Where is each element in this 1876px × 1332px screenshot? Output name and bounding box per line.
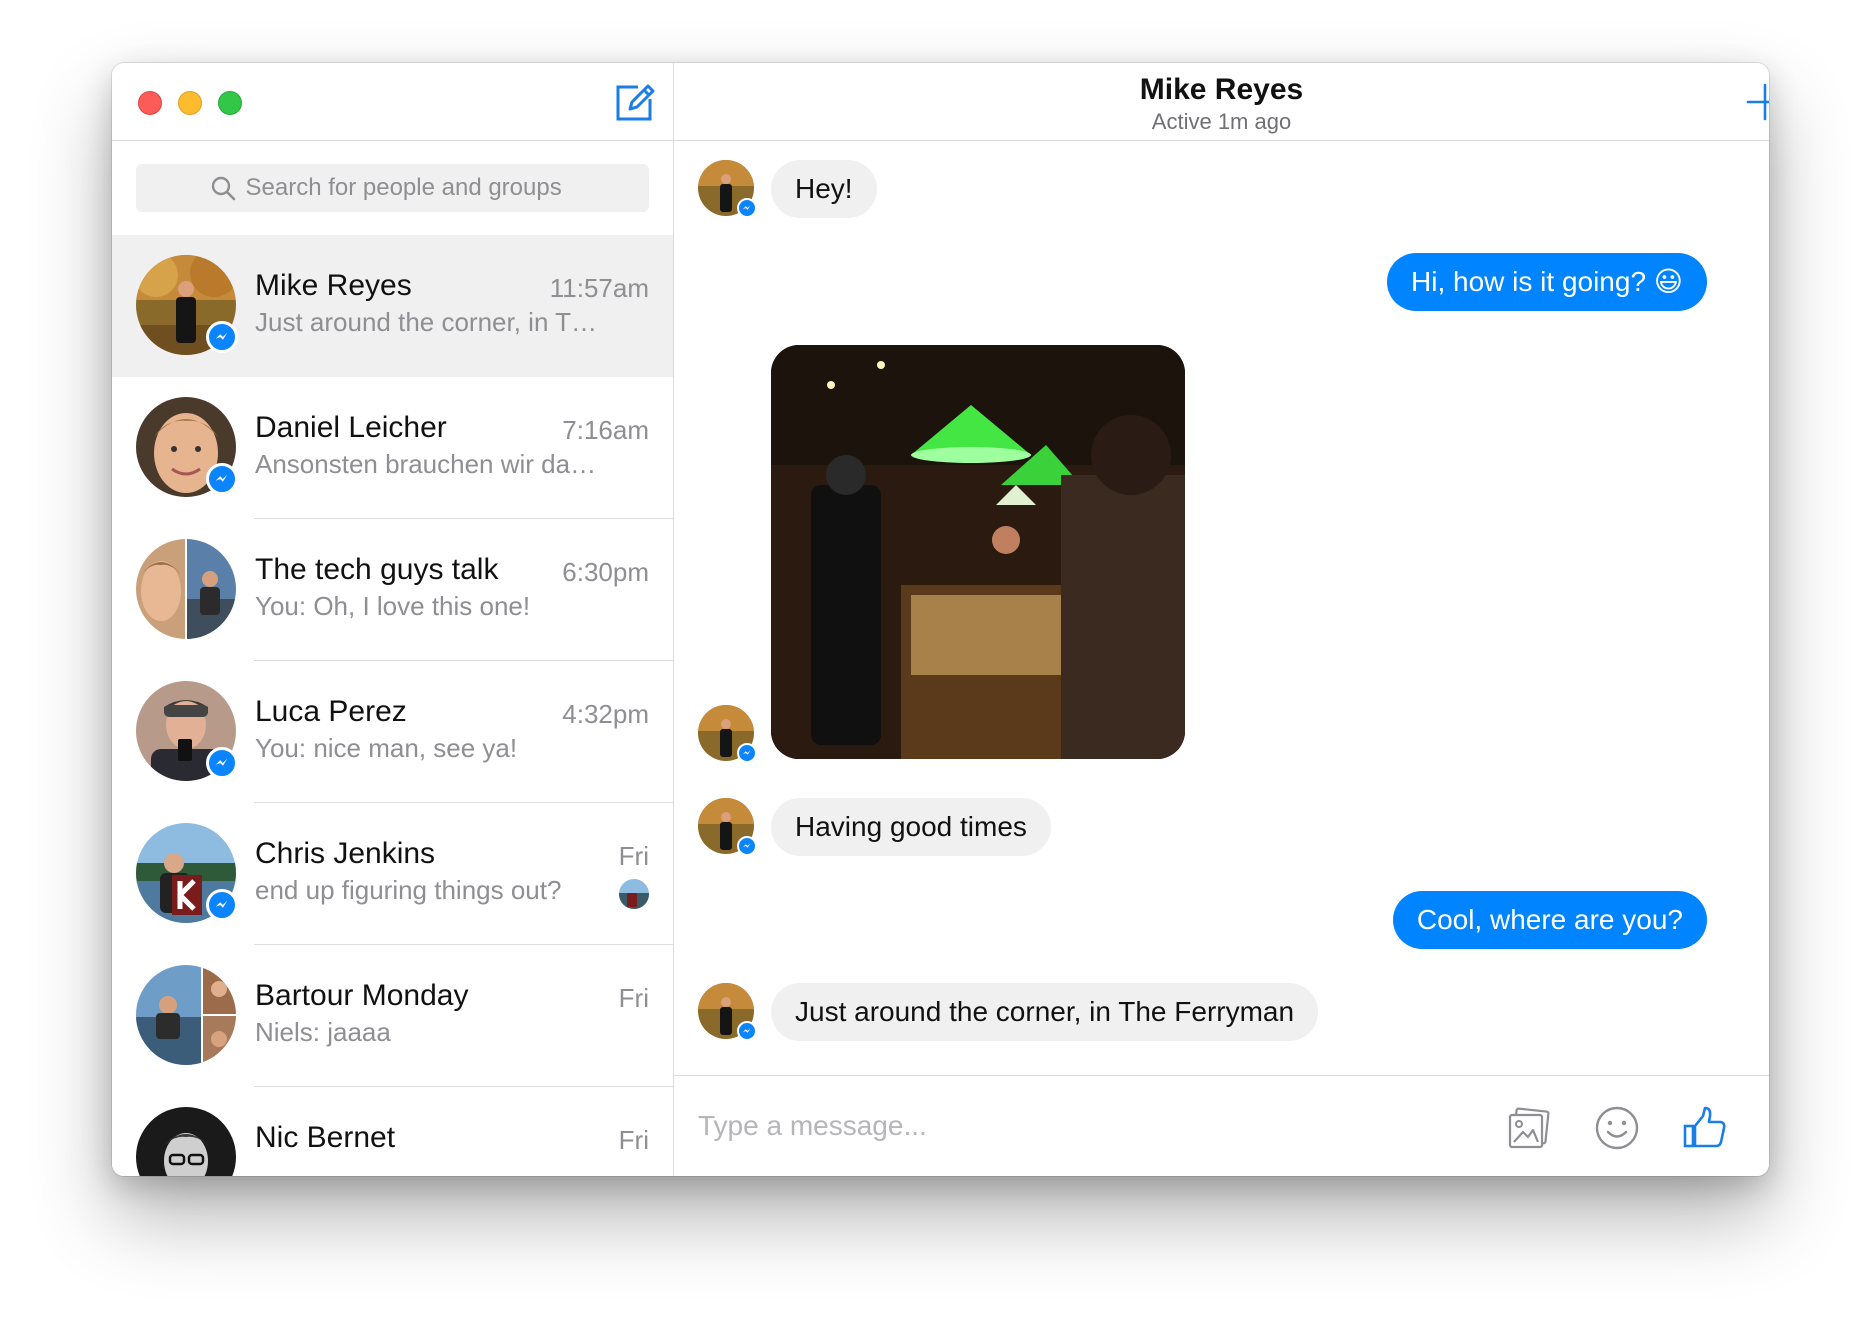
conversation-list: Mike Reyes 11:57am Just around the corne…: [112, 235, 673, 1176]
conversation-name: Daniel Leicher: [255, 411, 447, 444]
avatar: [136, 397, 238, 497]
outgoing-message-bubble: Hi, how is it going? 😃: [1387, 253, 1707, 311]
conversation-item-luca-perez[interactable]: Luca Perez 4:32pm You: nice man, see ya!: [112, 661, 673, 803]
conversation-time: 4:32pm: [562, 699, 649, 729]
avatar: [136, 823, 238, 923]
sender-avatar: [698, 705, 757, 763]
sidebar: Mike Reyes 11:57am Just around the corne…: [112, 63, 674, 1176]
messenger-badge-icon: [737, 198, 757, 218]
like-button[interactable]: [1681, 1104, 1729, 1152]
conversation-preview: Niels: jaaaa: [255, 1017, 391, 1047]
messenger-badge-icon: [737, 743, 757, 763]
messenger-badge-icon: [737, 1021, 757, 1041]
send-photo-button[interactable]: [1505, 1104, 1553, 1152]
conversation-item-bartour-monday[interactable]: Bartour Monday Fri Niels: jaaaa: [112, 945, 673, 1087]
outgoing-message-bubble: Cool, where are you?: [1392, 891, 1707, 949]
chat-status: Active 1m ago: [1151, 109, 1292, 134]
search-icon: [211, 176, 235, 201]
conversation-item-mike-reyes[interactable]: Mike Reyes 11:57am Just around the corne…: [112, 235, 673, 377]
chat-pane: Mike Reyes Active 1m ago Hey! Hi, how is…: [674, 63, 1769, 1176]
avatar: [136, 255, 238, 355]
messenger-window: Mike Reyes 11:57am Just around the corne…: [112, 63, 1769, 1176]
conversation-item-nic-bernet[interactable]: Nic Bernet Fri: [112, 1087, 673, 1176]
conversation-name: Bartour Monday: [255, 979, 469, 1012]
messenger-badge-icon: [737, 836, 757, 856]
conversation-preview: end up figuring things out?: [255, 875, 562, 905]
messenger-badge-icon: [206, 463, 238, 495]
conversation-time: Fri: [618, 983, 649, 1013]
sender-avatar: [698, 160, 757, 218]
seen-avatar: [619, 879, 649, 909]
conversation-time: 7:16am: [562, 415, 649, 445]
compose-button[interactable]: [612, 81, 656, 125]
add-icon: [1746, 83, 1769, 121]
minimize-window-button[interactable]: [178, 91, 202, 115]
search-input[interactable]: [245, 174, 576, 202]
chat-header: Mike Reyes Active 1m ago: [674, 63, 1769, 141]
conversation-item-tech-guys-talk[interactable]: The tech guys talk 6:30pm You: Oh, I lov…: [112, 519, 673, 661]
group-avatar: [136, 965, 236, 1065]
close-window-button[interactable]: [138, 91, 162, 115]
zoom-window-button[interactable]: [218, 91, 242, 115]
add-people-button[interactable]: [1742, 79, 1769, 125]
conversation-time: 6:30pm: [562, 557, 649, 587]
conversation-preview: You: Oh, I love this one!: [255, 591, 531, 621]
messenger-badge-icon: [206, 889, 238, 921]
avatar: [136, 1107, 236, 1176]
conversation-preview: Ansonsten brauchen wir dann …: [255, 449, 605, 479]
sender-avatar: [698, 983, 757, 1041]
search-box[interactable]: [136, 164, 649, 212]
sidebar-header: [112, 63, 673, 141]
composer: [674, 1075, 1769, 1176]
incoming-message-bubble: Having good times: [771, 798, 1051, 856]
conversation-time: Fri: [618, 841, 649, 871]
conversation-time: Fri: [618, 1125, 649, 1155]
chat-title: Mike Reyes: [1139, 73, 1304, 106]
emoji-icon: [1595, 1106, 1639, 1150]
conversation-name: The tech guys talk: [255, 553, 499, 586]
like-icon: [1683, 1106, 1726, 1148]
shared-photo[interactable]: [771, 345, 1185, 759]
emoji-button[interactable]: [1593, 1104, 1641, 1152]
conversation-name: Luca Perez: [255, 695, 407, 728]
conversation-preview: You: nice man, see ya!: [255, 733, 518, 763]
messenger-badge-icon: [206, 321, 238, 353]
conversation-time: 11:57am: [549, 273, 649, 303]
group-avatar: [136, 539, 236, 639]
message-input[interactable]: [698, 1106, 1458, 1146]
conversation-item-chris-jenkins[interactable]: Chris Jenkins Fri end up figuring things…: [112, 803, 673, 945]
conversation-name: Mike Reyes: [255, 269, 412, 302]
incoming-message-bubble: Just around the corner, in The Ferryman: [771, 983, 1319, 1041]
messenger-badge-icon: [206, 747, 238, 779]
photo-icon: [1508, 1107, 1550, 1149]
conversation-name: Nic Bernet: [255, 1121, 396, 1154]
conversation-item-daniel-leicher[interactable]: Daniel Leicher 7:16am Ansonsten brauchen…: [112, 377, 673, 519]
sender-avatar: [698, 798, 757, 856]
conversation-name: Chris Jenkins: [255, 837, 436, 870]
incoming-message-bubble: Hey!: [771, 160, 877, 218]
avatar: [136, 681, 238, 781]
conversation-preview: Just around the corner, in T…: [255, 307, 598, 337]
compose-icon: [616, 84, 655, 121]
